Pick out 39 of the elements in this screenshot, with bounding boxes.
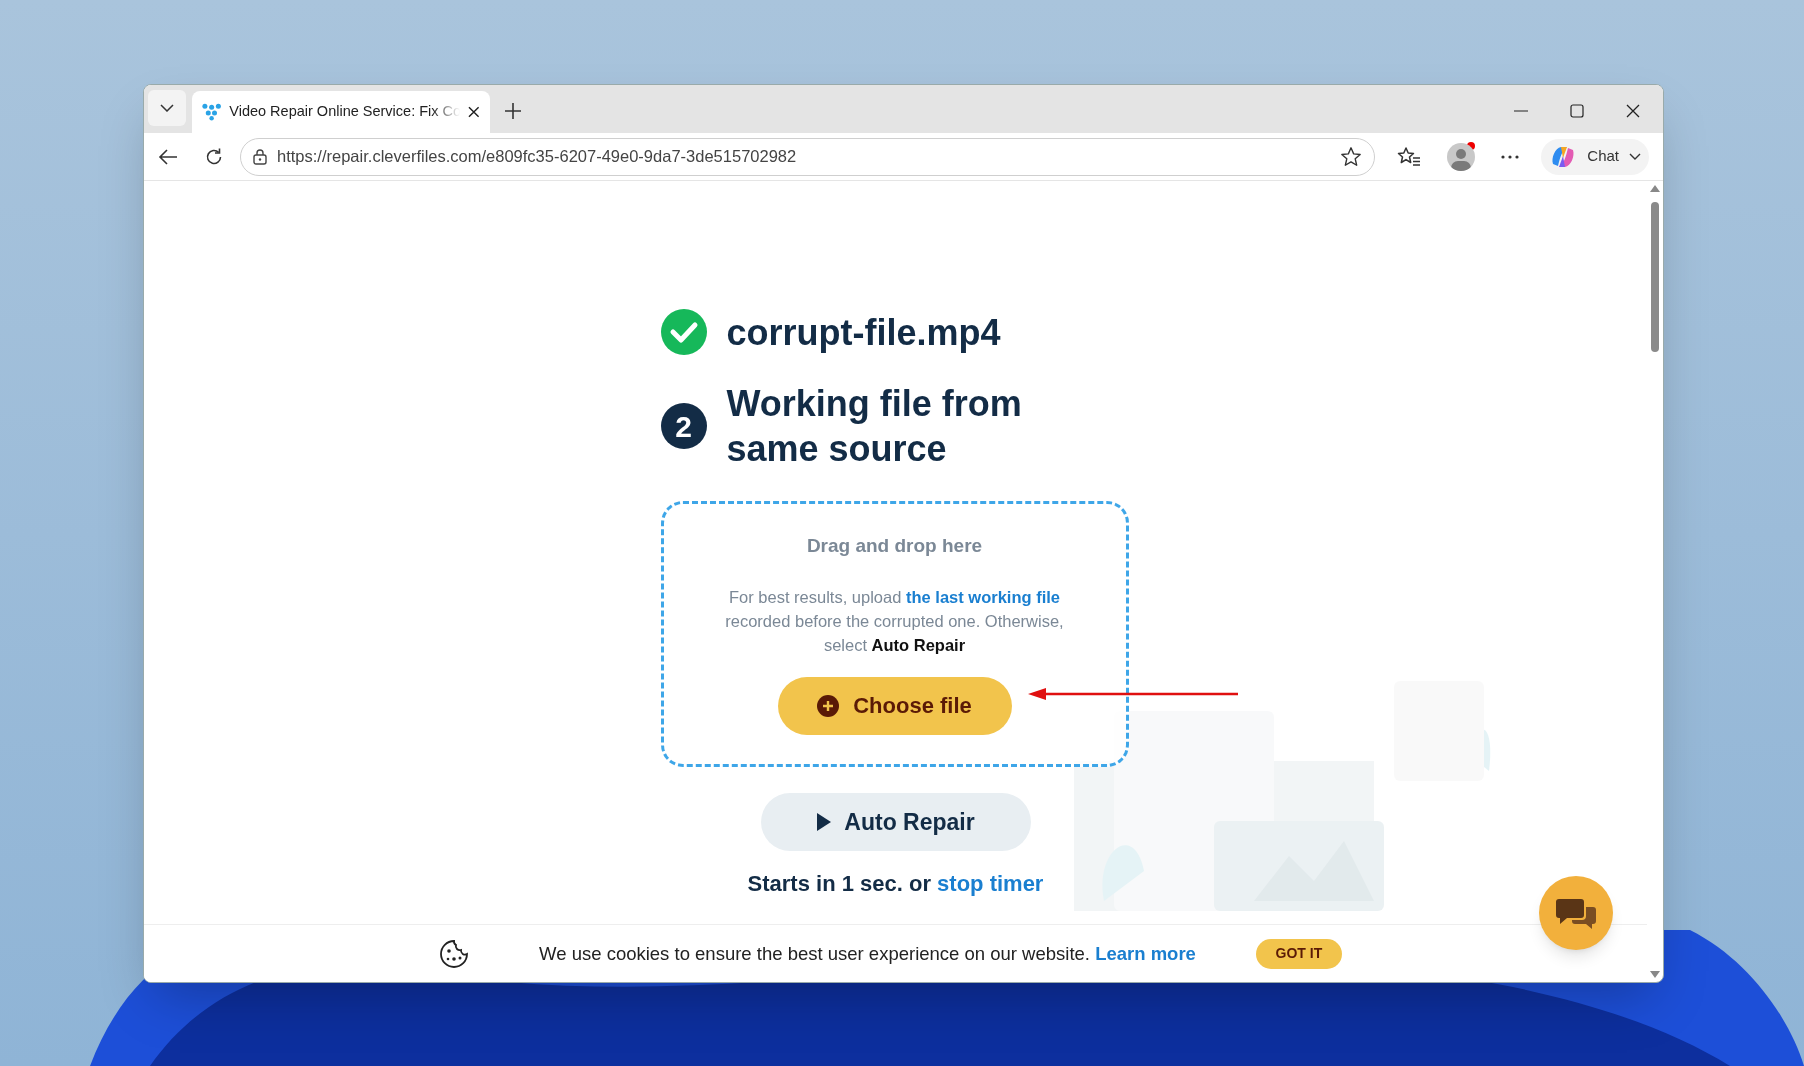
chat-bubble-button[interactable] (1539, 876, 1613, 950)
play-icon (816, 812, 833, 832)
plus-circle-icon (817, 694, 840, 717)
stop-timer-link[interactable]: stop timer (937, 871, 1044, 896)
scroll-up-icon[interactable] (1650, 185, 1660, 192)
chat-button[interactable]: Chat (1541, 138, 1649, 175)
auto-repair-button[interactable]: Auto Repair (760, 793, 1031, 851)
back-arrow-icon[interactable] (158, 147, 178, 166)
drop-zone[interactable]: Drag and drop here For best results, upload the last working file recorded before the corrupted one. Otherwise, select Auto Repair Choose file (660, 501, 1129, 767)
profile-avatar[interactable] (1447, 142, 1476, 171)
new-tab-icon[interactable] (504, 102, 522, 120)
drop-title: Drag and drop here (806, 534, 983, 558)
close-window-icon[interactable] (1625, 103, 1641, 119)
close-icon[interactable] (468, 106, 480, 118)
step-title: Working file from same source (726, 382, 1023, 471)
learn-more-link[interactable]: Learn more (1095, 942, 1196, 964)
maximize-icon[interactable] (1569, 103, 1585, 119)
scroll-down-icon[interactable] (1650, 971, 1660, 978)
timer-text: Starts in 1 sec. or stop timer (747, 870, 1044, 898)
cookie-text: We use cookies to ensure the best user experience on our website. Learn more (539, 941, 1196, 966)
more-icon[interactable] (1501, 154, 1520, 159)
site-logo-icon (202, 103, 222, 121)
tab-list-button[interactable] (148, 90, 186, 126)
chevron-down-icon (1629, 153, 1641, 160)
star-icon[interactable] (1340, 145, 1363, 168)
lock-icon (253, 148, 267, 165)
drop-hint: For best results, upload the last working file recorded before the corrupted one. Otherwise, select Auto Repair (724, 586, 1065, 656)
scrollbar-thumb[interactable] (1651, 202, 1659, 352)
step-number: 2 (660, 403, 707, 449)
choose-file-button[interactable]: Choose file (777, 676, 1012, 735)
url-text: https://repair.cleverfiles.com/e809fc35-6207-49e0-9da7-3de515702982 (277, 146, 797, 168)
hint-link[interactable]: the last working file (906, 587, 1060, 606)
chevron-down-icon (160, 104, 174, 112)
step-title: corrupt-file.mp4 (726, 310, 1002, 355)
reload-icon[interactable] (204, 146, 224, 167)
got-it-button[interactable]: GOT IT (1255, 938, 1342, 969)
cookie-icon (439, 938, 469, 969)
favorites-list-icon[interactable] (1397, 145, 1422, 168)
check-circle-icon (660, 309, 707, 355)
